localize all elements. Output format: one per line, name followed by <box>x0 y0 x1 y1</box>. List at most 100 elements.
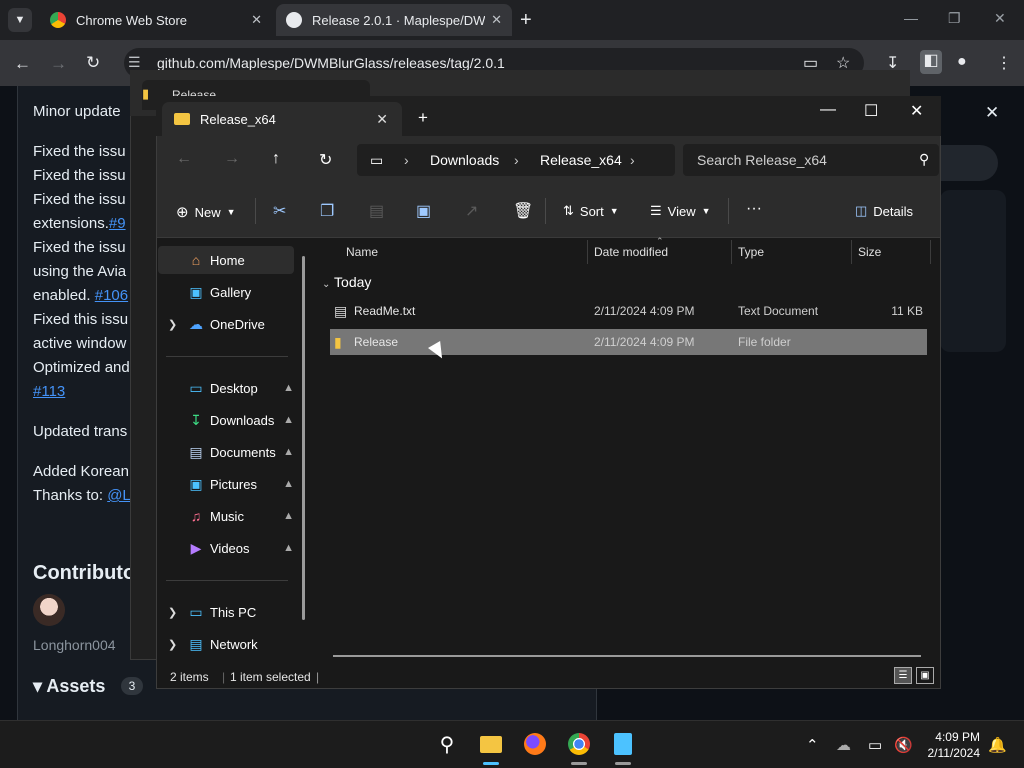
explorer-tab[interactable]: Release_x64 ✕ <box>162 102 402 136</box>
close-icon[interactable]: ✕ <box>251 12 262 28</box>
sidebar-item-network[interactable]: ❯ ▤ Network <box>158 630 294 658</box>
view-button[interactable]: ☰ View ▼ <box>650 203 711 219</box>
minimize-button[interactable]: — <box>904 10 918 26</box>
column-divider[interactable] <box>930 240 931 264</box>
paste-icon[interactable]: ▤ <box>369 201 384 221</box>
back-icon[interactable]: ← <box>14 54 31 74</box>
site-info-icon[interactable]: ☰ <box>128 54 141 71</box>
close-icon[interactable]: ✕ <box>985 103 999 123</box>
back-icon[interactable]: ← <box>176 150 192 168</box>
contributor-name[interactable]: Longhorn004 <box>33 637 116 653</box>
cut-icon[interactable]: ✂ <box>273 201 286 221</box>
onedrive-sync-icon[interactable]: ☁ <box>836 736 851 754</box>
pin-icon[interactable]: ▲ <box>283 478 294 490</box>
chevron-right-icon[interactable]: ❯ <box>168 318 177 331</box>
up-icon[interactable]: ↑ <box>272 150 280 168</box>
this-pc-icon[interactable]: ▭ <box>370 152 383 169</box>
sidebar-item-this-pc[interactable]: ❯ ▭ This PC <box>158 598 294 626</box>
chrome-icon[interactable] <box>566 731 592 757</box>
copy-icon[interactable]: ❐ <box>320 201 334 221</box>
close-icon[interactable]: ✕ <box>376 111 388 128</box>
menu-icon[interactable]: ⋮ <box>996 53 1012 73</box>
close-icon[interactable]: ✕ <box>491 12 502 28</box>
pin-icon[interactable]: ▲ <box>283 542 294 554</box>
more-options-button[interactable]: ··· <box>746 200 762 218</box>
column-header-type[interactable]: Type <box>738 245 764 259</box>
search-icon[interactable]: ⚲ <box>919 151 929 168</box>
file-explorer-icon[interactable] <box>478 731 504 757</box>
search-icon[interactable]: ⚲ <box>434 731 460 757</box>
delete-icon[interactable]: 🗑 <box>513 201 533 221</box>
network-status-icon[interactable]: ▭ <box>868 736 882 754</box>
breadcrumb-release-x64[interactable]: Release_x64 <box>540 152 622 168</box>
search-placeholder[interactable]: Search Release_x64 <box>697 152 827 168</box>
avatar[interactable] <box>33 594 65 626</box>
table-row[interactable]: ▤ ReadMe.txt 2/11/2024 4:09 PM Text Docu… <box>330 298 927 324</box>
chevron-right-icon[interactable]: ❯ <box>168 606 177 619</box>
sidebar-scrollbar[interactable] <box>302 256 305 620</box>
url-text[interactable]: github.com/Maplespe/DWMBlurGlass/release… <box>157 55 505 71</box>
notepad-icon[interactable] <box>610 731 636 757</box>
show-hidden-icons-icon[interactable]: ⌃ <box>806 736 819 754</box>
sidebar-item-gallery[interactable]: ▣ Gallery <box>158 278 294 306</box>
restore-button[interactable]: ❐ <box>948 10 961 27</box>
forward-icon[interactable]: → <box>50 54 67 74</box>
firefox-icon[interactable] <box>522 731 548 757</box>
column-divider[interactable] <box>587 240 588 264</box>
chevron-right-icon[interactable]: ❯ <box>168 638 177 651</box>
sidebar-item-documents[interactable]: ▤ Documents ▲ <box>158 438 294 466</box>
rename-icon[interactable]: ▣ <box>416 201 431 221</box>
sidebar-item-videos[interactable]: ▶ Videos ▲ <box>158 534 294 562</box>
pin-icon[interactable]: ▲ <box>283 446 294 458</box>
column-header-name[interactable]: Name <box>346 245 378 259</box>
close-window-button[interactable]: ✕ <box>994 10 1006 27</box>
reload-icon[interactable]: ↻ <box>86 53 100 73</box>
volume-muted-icon[interactable]: 🔇 <box>894 736 913 754</box>
group-header-today[interactable]: ⌄ Today <box>322 274 371 290</box>
sidebar-item-desktop[interactable]: ▭ Desktop ▲ <box>158 374 294 402</box>
sort-button[interactable]: ⇅ Sort ▼ <box>563 203 619 219</box>
chevron-right-icon[interactable]: › <box>514 152 519 168</box>
close-window-button[interactable]: ✕ <box>910 101 923 121</box>
horizontal-scrollbar[interactable] <box>333 655 921 657</box>
column-header-size[interactable]: Size <box>858 245 881 259</box>
breadcrumb-downloads[interactable]: Downloads <box>430 152 499 168</box>
assets-heading[interactable]: ▾ Assets <box>33 676 105 697</box>
pin-icon[interactable]: ▲ <box>283 382 294 394</box>
new-tab-button[interactable]: + <box>520 9 532 32</box>
share-icon[interactable]: ↗ <box>465 201 478 221</box>
tab-github-release[interactable]: Release 2.0.1 · Maplespe/DWMBlurGlass ✕ <box>276 4 512 36</box>
tab-chrome-web-store[interactable]: Chrome Web Store ✕ <box>40 4 272 36</box>
forward-icon[interactable]: → <box>224 150 240 168</box>
column-divider[interactable] <box>731 240 732 264</box>
sidebar-item-onedrive[interactable]: ❯ ☁ OneDrive <box>158 310 294 338</box>
pin-icon[interactable]: ▲ <box>283 510 294 522</box>
sidebar-item-downloads[interactable]: ↧ Downloads ▲ <box>158 406 294 434</box>
sidebar-item-home[interactable]: ⌂ Home <box>158 246 294 274</box>
large-icons-view-button[interactable]: ▣ <box>916 667 934 684</box>
chevron-right-icon[interactable]: › <box>404 152 409 168</box>
issue-link[interactable]: #113 <box>33 383 65 400</box>
table-row[interactable]: ▮ Release 2/11/2024 4:09 PM File folder <box>330 329 927 355</box>
tab-search-button[interactable]: ▼ <box>8 8 32 32</box>
issue-link[interactable]: #106 <box>95 287 128 304</box>
column-header-date[interactable]: Date modified <box>594 245 668 259</box>
details-button[interactable]: ◫ Details <box>855 203 913 219</box>
minimize-button[interactable]: — <box>820 101 836 119</box>
refresh-icon[interactable]: ↻ <box>319 150 332 170</box>
pin-icon[interactable]: ▲ <box>283 414 294 426</box>
sidebar-item-music[interactable]: ♫ Music ▲ <box>158 502 294 530</box>
column-divider[interactable] <box>851 240 852 264</box>
notifications-bell-icon[interactable]: 🔔 <box>988 736 1007 754</box>
new-button[interactable]: ⊕ New ▼ <box>176 203 236 221</box>
sidebar-item-pictures[interactable]: ▣ Pictures ▲ <box>158 470 294 498</box>
clock[interactable]: 4:09 PM 2/11/2024 <box>920 729 981 761</box>
new-tab-button[interactable]: + <box>418 108 428 128</box>
details-view-button[interactable]: ☰ <box>894 667 912 684</box>
contributor-link[interactable]: @L <box>107 487 131 504</box>
chevron-right-icon[interactable]: › <box>630 152 635 168</box>
profile-icon[interactable]: ● <box>957 53 967 71</box>
maximize-button[interactable]: ☐ <box>864 101 878 121</box>
side-panel-icon[interactable]: ◧ <box>920 50 942 74</box>
issue-link[interactable]: #9 <box>109 215 126 232</box>
